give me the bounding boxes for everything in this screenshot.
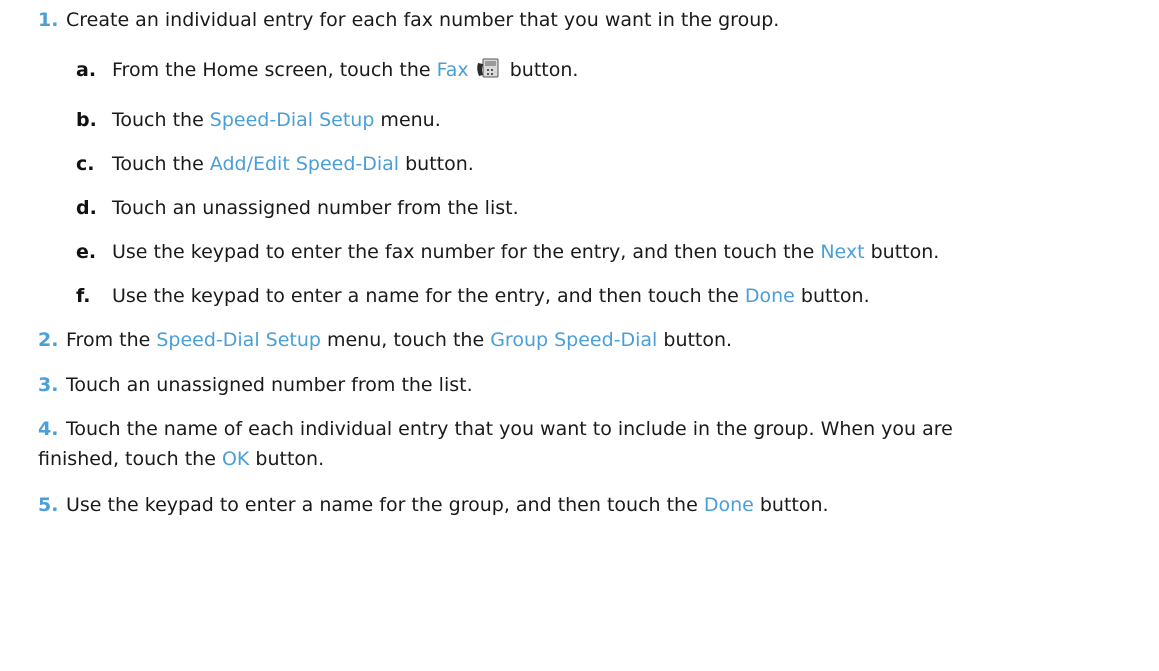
step-text: Use the keypad to enter a name for the g… bbox=[66, 494, 829, 516]
substep-text: From the Home screen, touch the Fax butt… bbox=[112, 56, 578, 85]
group-speed-dial-label: Group Speed-Dial bbox=[490, 329, 658, 351]
substep-letter: a. bbox=[76, 59, 97, 81]
step-number: 2. bbox=[38, 329, 59, 351]
done-button-label: Done bbox=[703, 494, 754, 516]
substep-text: Touch the Speed-Dial Setup menu. bbox=[112, 109, 441, 131]
next-button-label: Next bbox=[820, 241, 865, 263]
substep-letter: e. bbox=[76, 241, 97, 263]
speed-dial-setup-label: Speed-Dial Setup bbox=[209, 109, 375, 131]
step-number: 5. bbox=[38, 494, 59, 516]
step-number: 1. bbox=[38, 9, 59, 31]
fax-icon bbox=[476, 58, 499, 78]
done-button-label: Done bbox=[744, 285, 795, 307]
substep-text: Use the keypad to enter the fax number f… bbox=[112, 241, 940, 263]
substep-letter: c. bbox=[76, 153, 95, 175]
step-text: finished, touch the OK button. bbox=[38, 448, 325, 470]
step-number: 3. bbox=[38, 374, 59, 396]
substep-text: Touch the Add/Edit Speed-Dial button. bbox=[112, 153, 474, 175]
step-text: Touch an unassigned number from the list… bbox=[66, 374, 473, 396]
speed-dial-setup-label: Speed-Dial Setup bbox=[156, 329, 321, 351]
step-text: Create an individual entry for each fax … bbox=[66, 9, 780, 31]
substep-text: Use the keypad to enter a name for the e… bbox=[112, 285, 870, 307]
fax-button-label: Fax bbox=[436, 59, 469, 81]
substep-letter: f. bbox=[76, 285, 91, 307]
ok-button-label: OK bbox=[221, 448, 250, 470]
substep-letter: d. bbox=[76, 197, 97, 219]
step-text: Touch the name of each individual entry … bbox=[66, 418, 953, 440]
add-edit-speed-dial-label: Add/Edit Speed-Dial bbox=[209, 153, 400, 175]
substep-letter: b. bbox=[76, 109, 97, 131]
step-text: From the Speed-Dial Setup menu, touch th… bbox=[66, 329, 733, 351]
substep-text: Touch an unassigned number from the list… bbox=[112, 197, 519, 219]
step-number: 4. bbox=[38, 418, 59, 440]
